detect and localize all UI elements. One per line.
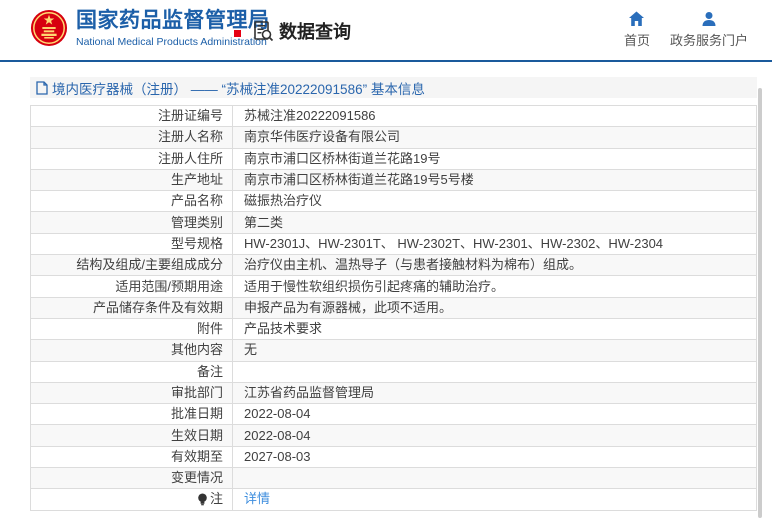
doc-search-icon — [254, 21, 274, 42]
breadcrumb: 境内医疗器械（注册） —— “苏械注准20222091586” 基本信息 — [30, 77, 757, 98]
row-label: 生效日期 — [31, 425, 233, 446]
row-label: 适用范围/预期用途 — [31, 276, 233, 297]
row-value: 第二类 — [244, 214, 284, 230]
row-value — [233, 468, 756, 488]
table-row: 变更情况 — [31, 468, 756, 490]
row-value: 治疗仪由主机、温热导子（与患者接触材料为棉布）组成。 — [244, 257, 583, 273]
row-label: 备注 — [31, 361, 233, 382]
nav-portal-label: 政务服务门户 — [669, 33, 748, 48]
data-query-tab[interactable]: 数据查询 — [252, 18, 351, 44]
row-value: 2022-08-04 — [244, 406, 311, 422]
table-row: 生产地址 南京市浦口区桥林街道兰花路19号5号楼 — [31, 169, 756, 192]
row-label: 管理类别 — [31, 212, 233, 233]
table-row: 适用范围/预期用途 适用于慢性软组织损伤引起疼痛的辅助治疗。 — [31, 276, 756, 298]
table-row: 备注 — [31, 361, 756, 383]
table-row: 注册人名称 南京华伟医疗设备有限公司 — [31, 127, 756, 149]
table-row: 产品储存条件及有效期 申报产品为有源器械，此项不适用。 — [31, 297, 756, 319]
row-label: 注册人名称 — [31, 127, 233, 148]
table-row: 注册人住所 南京市浦口区桥林街道兰花路19号 — [31, 148, 756, 170]
row-value: 2022-08-04 — [244, 427, 311, 443]
row-label: 结构及组成/主要组成成分 — [31, 255, 233, 276]
detail-link[interactable]: 详情 — [244, 489, 270, 509]
row-label: 产品储存条件及有效期 — [31, 297, 233, 318]
nmpa-device-registration-page: 国家药品监督管理局 National Medical Products Admi… — [0, 0, 772, 522]
table-row: 附件 产品技术要求 — [31, 318, 756, 341]
registration-table: 注册证编号 苏械注准20222091586 注册人名称 南京华伟医疗设备有限公司 注册人… — [30, 105, 757, 511]
vertical-scrollbar[interactable] — [758, 88, 762, 518]
nav-item-portal[interactable]: 政务服务门户 — [670, 11, 748, 49]
table-row: 型号规格 HW-2301J、HW-2301T、 HW-2302T、HW-2301、… — [31, 233, 756, 256]
row-value: 磁振热治疗仪 — [244, 193, 323, 209]
row-label: 生产地址 — [31, 169, 233, 191]
home-icon — [629, 11, 645, 26]
page-title: 境内医疗器械（注册） —— “苏械注准20222091586” 基本信息 — [52, 81, 425, 97]
top-nav: 首页 政务服务门户 — [624, 11, 748, 49]
table-row: 生效日期 2022-08-04 — [31, 425, 756, 447]
row-value: 江苏省药品监督管理局 — [244, 385, 375, 400]
portal-user-icon — [702, 12, 716, 26]
row-label: 变更情况 — [31, 468, 233, 489]
row-label: 有效期至 — [31, 446, 233, 468]
table-row: 其他内容无 — [31, 340, 756, 362]
row-label: 其他内容 — [31, 340, 233, 361]
table-row: 注详情 — [31, 489, 756, 511]
row-label: 审批部门 — [31, 382, 233, 404]
row-value: 2027-08-03 — [244, 448, 311, 464]
row-value: HW-2301J、HW-2301T、 HW-2302T、HW-2301、HW-2… — [244, 235, 664, 251]
row-value: 产品技术要求 — [244, 321, 323, 337]
row-value: 适用于慢性软组织损伤引起疼痛的辅助治疗。 — [244, 278, 505, 294]
row-value — [233, 362, 756, 382]
table-row: 有效期至 2027-08-03 — [31, 446, 756, 469]
site-logo[interactable]: 国家药品监督管理局 National Medical Products Admi… — [30, 8, 270, 48]
row-value: 申报产品为有源器械，此项不适用。 — [244, 299, 453, 315]
logo-red-mark — [234, 30, 241, 37]
table-row: 审批部门 江苏省药品监督管理局 — [31, 382, 756, 405]
row-label: 注 — [31, 489, 233, 510]
row-label: 型号规格 — [31, 233, 233, 255]
row-label: 产品名称 — [31, 191, 233, 212]
row-value: 南京华伟医疗设备有限公司 — [244, 129, 401, 145]
site-header: 国家药品监督管理局 National Medical Products Admi… — [0, 0, 772, 62]
row-value: 苏械注准20222091586 — [244, 108, 376, 124]
table-row: 结构及组成/主要组成成分 治疗仪由主机、温热导子（与患者接触材料为棉布）组成。 — [31, 255, 756, 277]
table-row: 注册证编号 苏械注准20222091586 — [31, 106, 756, 128]
nav-item-home[interactable]: 首页 — [624, 11, 650, 49]
data-query-label: 数据查询 — [279, 22, 351, 42]
row-value: 详情 — [233, 489, 756, 509]
row-value: 无 — [244, 342, 258, 358]
bulb-note-icon — [197, 493, 208, 506]
national-emblem-icon — [30, 9, 68, 47]
file-icon — [36, 80, 48, 95]
table-row: 管理类别 第二类 — [31, 212, 756, 234]
row-label: 批准日期 — [31, 404, 233, 425]
table-row: 批准日期 2022-08-04 — [31, 404, 756, 426]
row-label: 注册证编号 — [31, 106, 233, 127]
row-value: 南京市浦口区桥林街道兰花路19号 — [244, 150, 441, 166]
org-subtitle: National Medical Products Administration — [76, 36, 267, 48]
logo-text: 国家药品监督管理局 National Medical Products Admi… — [76, 8, 270, 48]
row-value: 南京市浦口区桥林街道兰花路19号5号楼 — [244, 172, 474, 188]
table-row: 产品名称 磁振热治疗仪 — [31, 191, 756, 213]
row-label: 附件 — [31, 318, 233, 340]
nav-home-label: 首页 — [623, 33, 650, 48]
row-label: 注册人住所 — [31, 148, 233, 169]
